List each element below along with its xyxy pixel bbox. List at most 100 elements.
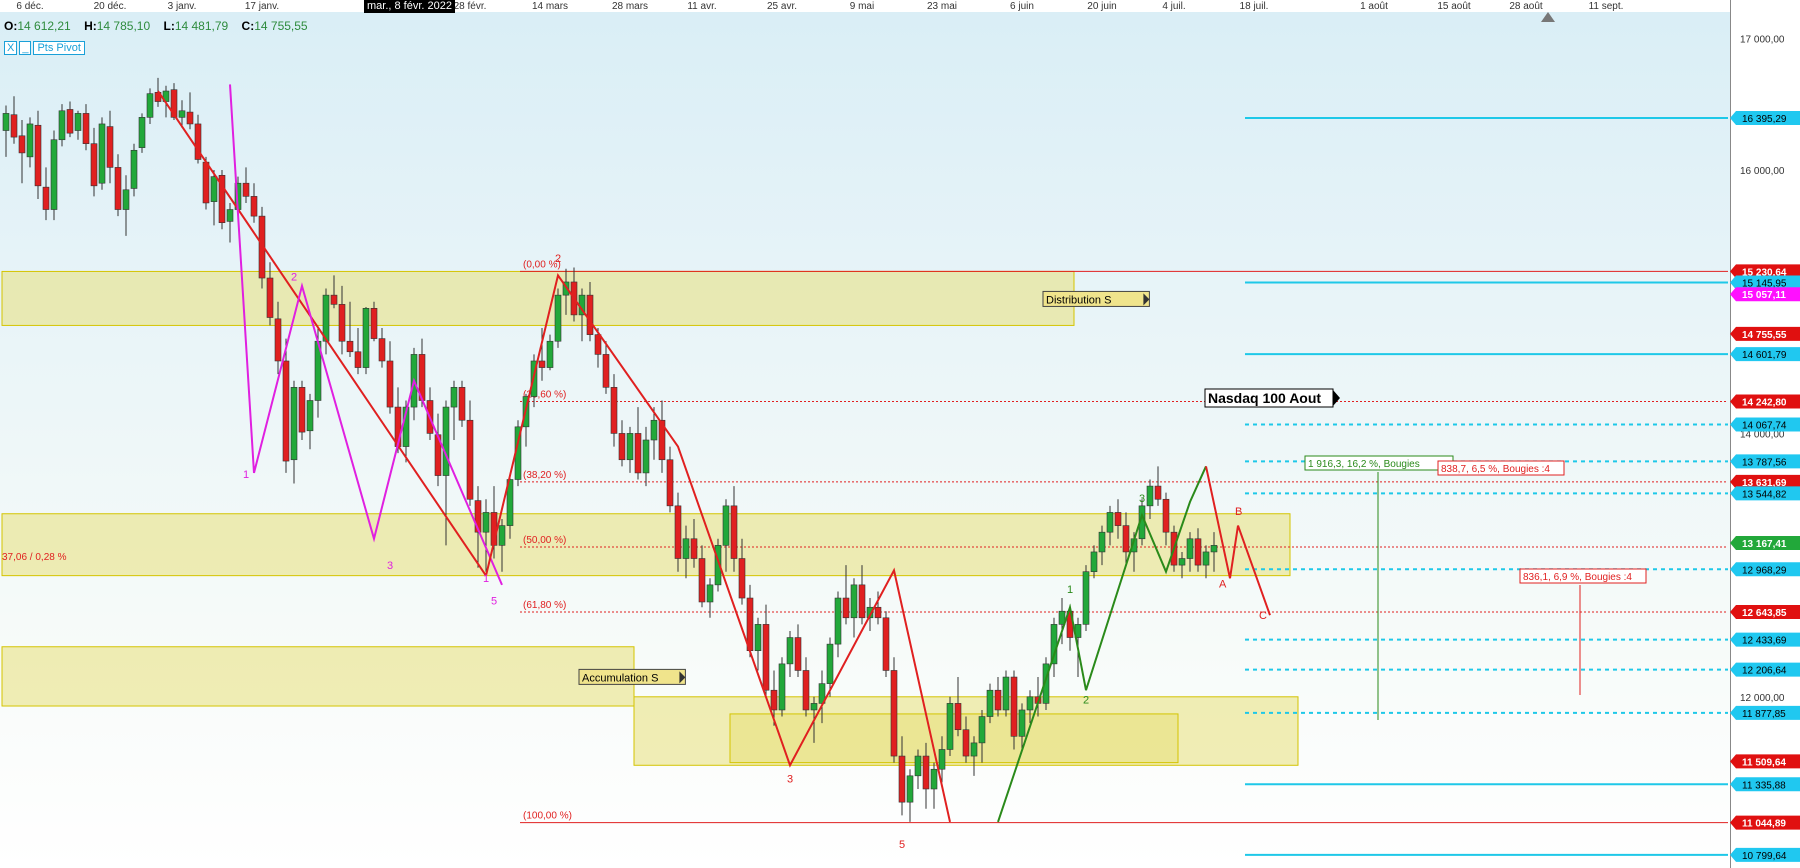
measure-box-2: 838,7, 6,5 %, Bougies :4 [1437, 460, 1565, 476]
close-value: 14 755,55 [254, 19, 308, 33]
candle [34, 110, 42, 200]
wave-label: 3 [387, 560, 393, 572]
left-note: 37,06 / 0,28 % [2, 552, 67, 563]
svg-text:1 916,3, 16,2 %, Bougies: 1 916,3, 16,2 %, Bougies [1308, 459, 1420, 470]
candle [2, 105, 10, 157]
candle [98, 117, 106, 190]
trend-line-red [157, 90, 487, 577]
ohlc-readout: O:14 612,21 H:14 785,10 L:14 481,79 C:14… [4, 19, 318, 33]
wave-label: 5 [491, 596, 497, 608]
wave-label: 3 [787, 773, 793, 785]
candle [82, 104, 90, 151]
candle [186, 92, 194, 130]
candle [434, 413, 442, 487]
candle [226, 202, 234, 243]
candle [66, 101, 74, 138]
wave-label: B [1235, 506, 1242, 518]
indicator-bar: X _ Pts Pivot [4, 41, 85, 55]
candle [834, 591, 842, 658]
candle [658, 400, 666, 473]
measure-box-1: 1 916,3, 16,2 %, Bougies [1304, 455, 1454, 471]
candle [146, 88, 154, 124]
candle [362, 306, 370, 375]
candle [306, 393, 314, 450]
candle [762, 604, 770, 697]
candle [218, 170, 226, 230]
zone-label-accumulation: Accumulation S [578, 668, 686, 685]
price-chart[interactable]: Distribution SAccumulation S(0,00 %)(23,… [0, 0, 1800, 868]
candle [754, 617, 762, 671]
candle [626, 426, 634, 473]
chart-title-box: Nasdaq 100 Aout [1204, 388, 1340, 408]
candle [850, 578, 858, 638]
candle [290, 380, 298, 484]
pivot-points-indicator[interactable]: Pts Pivot [33, 41, 85, 55]
candle [114, 154, 122, 217]
candle [354, 328, 362, 375]
candle [58, 104, 66, 147]
scroll-marker-icon[interactable] [1541, 12, 1555, 22]
wave-label: 3 [1139, 493, 1145, 505]
candle [42, 167, 50, 221]
svg-text:Distribution S: Distribution S [1046, 294, 1111, 306]
price-axis[interactable] [1730, 0, 1800, 868]
fib-label: (61,80 %) [523, 600, 566, 611]
wave-label: 2 [291, 272, 297, 284]
candle [74, 110, 82, 140]
high-value: 14 785,10 [96, 19, 151, 33]
candle [778, 657, 786, 717]
candle [386, 341, 394, 414]
candle [250, 183, 258, 223]
svg-text:Accumulation S: Accumulation S [582, 672, 658, 684]
wave-label: 1 [483, 573, 489, 585]
cursor-date: mar., 8 févr. 2022 [364, 0, 455, 13]
candle [18, 119, 26, 184]
high-label: H: [84, 19, 97, 33]
wave-label: A [1219, 578, 1227, 590]
svg-text:Nasdaq 100 Aout: Nasdaq 100 Aout [1208, 390, 1321, 406]
svg-text:836,1, 6,9 %, Bougies :4: 836,1, 6,9 %, Bougies :4 [1523, 572, 1632, 583]
close-indicator-button[interactable]: X [4, 41, 18, 55]
candle [50, 130, 58, 221]
zone-accumulation [1, 646, 635, 707]
candle [1154, 466, 1162, 506]
candle [946, 696, 954, 757]
candle [930, 762, 938, 809]
open-value: 14 612,21 [17, 19, 71, 33]
svg-text:838,7, 6,5 %, Bougies :4: 838,7, 6,5 %, Bougies :4 [1441, 464, 1550, 475]
candle [618, 420, 626, 467]
candle [906, 769, 914, 822]
close-label: C: [241, 19, 255, 33]
candle [546, 334, 554, 371]
candle [10, 96, 18, 144]
candle [378, 328, 386, 368]
candle [666, 446, 674, 513]
zone-distribution [1, 270, 1075, 326]
candle [450, 380, 458, 440]
candle [466, 400, 474, 506]
wave-label: 1 [243, 469, 249, 481]
fib-label: (100,00 %) [523, 811, 572, 822]
candle [458, 380, 466, 427]
candle [1082, 565, 1090, 631]
candle [130, 143, 138, 197]
candle [138, 113, 146, 153]
candle [122, 175, 130, 236]
candle [802, 657, 810, 717]
candle [954, 677, 962, 737]
candle [194, 114, 202, 164]
minimize-indicator-button[interactable]: _ [19, 41, 32, 55]
candle [554, 288, 562, 348]
candle [106, 110, 114, 184]
candle [242, 167, 250, 203]
candle [90, 127, 98, 197]
fib-label: (50,00 %) [523, 535, 566, 546]
candle [794, 624, 802, 678]
candle [634, 407, 642, 480]
candle [602, 341, 610, 394]
wave-label: 1 [1067, 584, 1073, 596]
low-value: 14 481,79 [174, 19, 229, 33]
candle [610, 374, 618, 447]
candle [578, 288, 586, 342]
candle [1002, 670, 1010, 717]
